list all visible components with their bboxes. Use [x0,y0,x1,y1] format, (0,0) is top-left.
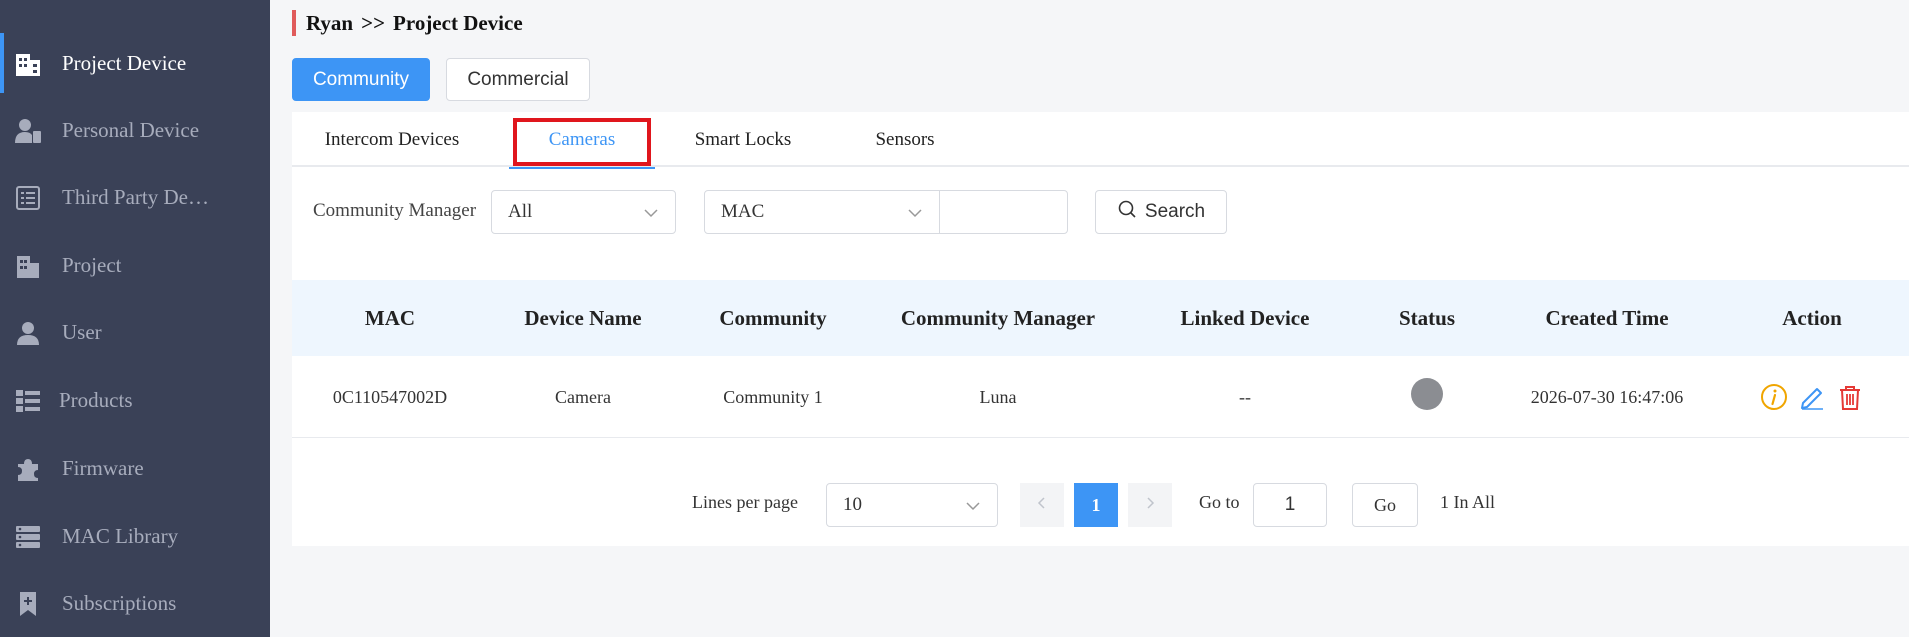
sidebar-item-personal-device[interactable]: Personal Device [0,100,270,160]
search-button-label: Search [1144,201,1206,222]
cell-created-time: 2026-07-30 16:47:06 [1530,386,1684,407]
previous-page-button[interactable] [1020,483,1064,527]
column-header-community: Community [719,305,827,330]
chevron-left-icon [1035,496,1049,515]
chevron-right-icon [1143,496,1157,515]
next-page-button[interactable] [1128,483,1172,527]
chevron-down-icon [907,205,923,227]
lines-per-page-label: Lines per page [692,492,798,512]
sidebar-item-label: MAC Library [62,523,179,548]
sidebar-item-mac-library[interactable]: MAC Library [0,506,270,566]
device-tabs: Intercom Devices Cameras Smart Locks Sen… [292,112,1909,169]
cell-status [1362,356,1492,438]
breadcrumb-current: Project Device [393,10,523,35]
search-input[interactable] [939,190,1068,234]
main-panel: Intercom Devices Cameras Smart Locks Sen… [292,112,1909,546]
cell-action [1722,356,1902,438]
lines-per-page-select[interactable]: 10 [826,483,998,527]
community-button[interactable]: Community [292,58,430,101]
status-offline-dot [1411,378,1443,410]
sidebar-item-project[interactable]: Project [0,235,270,295]
products-grid-icon [14,387,42,415]
chevron-down-icon [965,498,981,520]
sidebar-item-label: Products [59,387,133,412]
sidebar-item-firmware[interactable]: Firmware [0,438,270,498]
page-button-current[interactable]: 1 [1074,483,1118,527]
goto-page-input[interactable]: 1 [1253,483,1327,527]
column-header-community-manager: Community Manager [900,305,1096,330]
table-header: MAC Device Name Community Community Mana… [292,280,1909,356]
info-icon[interactable] [1759,382,1789,412]
person-device-icon [14,117,42,145]
search-button[interactable]: Search [1095,190,1227,234]
total-count: 1 In All [1440,492,1496,512]
server-icon [14,523,42,551]
column-header-mac: MAC [364,305,416,330]
tab-smart-locks[interactable]: Smart Locks [678,112,808,167]
column-header-created-time: Created Time [1545,305,1669,330]
community-manager-select[interactable]: All [491,190,676,234]
tab-intercom-devices[interactable]: Intercom Devices [312,112,472,167]
search-field-select[interactable]: MAC [704,190,940,234]
sidebar-item-subscriptions[interactable]: Subscriptions [0,573,270,633]
tab-sensors[interactable]: Sensors [840,112,970,167]
goto-label: Go to [1199,492,1240,512]
list-document-icon [14,184,42,212]
column-header-device-name: Device Name [524,305,642,330]
sidebar-item-label: Firmware [62,455,144,480]
column-header-action: Action [1782,305,1842,330]
commercial-button[interactable]: Commercial [446,58,590,101]
community-manager-value: All [508,201,533,222]
sidebar-item-label: Project [62,252,122,277]
breadcrumb: Ryan >> Project Device [292,10,523,36]
column-header-linked-device: Linked Device [1180,305,1310,330]
edit-icon[interactable] [1797,382,1827,412]
breadcrumb-root[interactable]: Ryan [306,11,353,36]
cell-community: Community 1 [723,386,823,407]
sidebar-item-label: Project Device [62,50,187,75]
search-field-value: MAC [721,201,765,222]
sidebar: Project Device Personal Device Third Par… [0,0,270,637]
community-manager-label: Community Manager [313,200,477,221]
breadcrumb-separator: >> [361,10,386,35]
delete-icon[interactable] [1835,382,1865,412]
table-row: 0C110547002D Camera Community 1 Luna -- … [292,356,1909,438]
chevron-down-icon [643,205,659,227]
sidebar-item-third-party[interactable]: Third Party De… [0,167,270,227]
sidebar-item-project-device[interactable]: Project Device [0,33,270,93]
column-header-status: Status [1398,305,1456,330]
sidebar-item-label: Personal Device [62,117,200,142]
tab-cameras[interactable]: Cameras [509,112,655,169]
sidebar-item-label: User [62,319,102,344]
sidebar-item-label: Subscriptions [62,590,177,615]
lines-per-page-value: 10 [843,494,862,515]
puzzle-icon [14,455,42,483]
building-device-icon [14,50,42,78]
cell-community-manager: Luna [979,386,1017,407]
cell-mac: 0C110547002D [332,386,448,407]
search-icon [1117,199,1137,225]
cell-device-name: Camera [555,386,611,407]
sidebar-item-user[interactable]: User [0,302,270,362]
cell-linked-device: -- [1239,386,1251,407]
user-icon [14,319,42,347]
bookmark-plus-icon [14,590,42,618]
sidebar-item-products[interactable]: Products [0,370,270,430]
go-button[interactable]: Go [1352,483,1418,527]
sidebar-item-label: Third Party De… [62,184,209,209]
building-icon [14,252,42,280]
